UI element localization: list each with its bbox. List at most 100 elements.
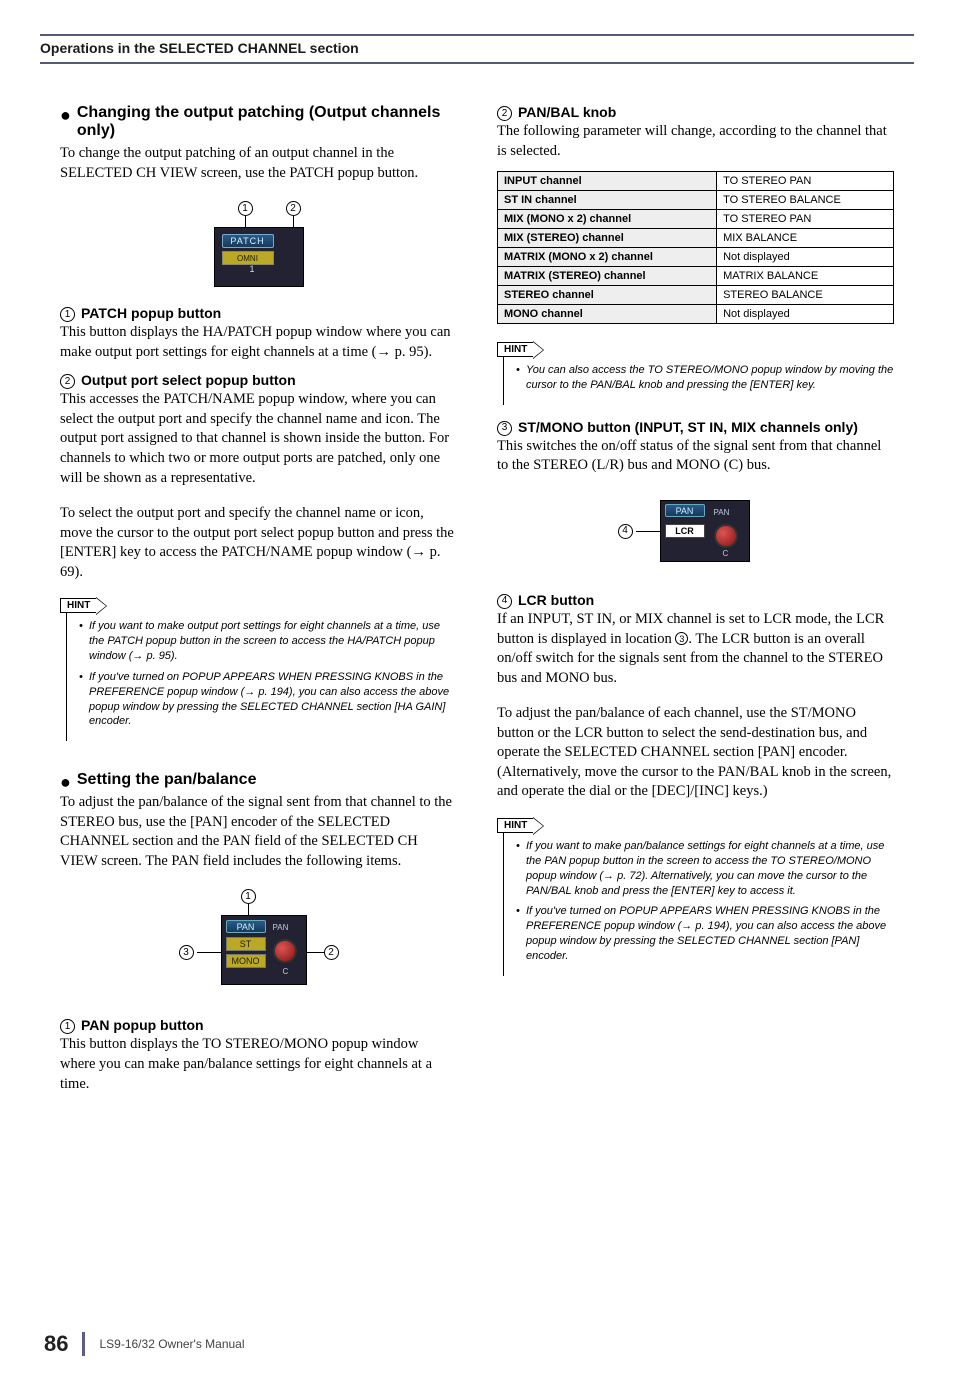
- body-paragraph: This button displays the TO STEREO/MONO …: [60, 1035, 457, 1094]
- hint-body: You can also access the TO STEREO/MONO p…: [503, 357, 894, 405]
- figure-patch: 1 2 PATCH OMNI 1: [60, 201, 457, 287]
- bullet-icon: ●: [60, 106, 71, 124]
- body-paragraph: This accesses the PATCH/NAME popup windo…: [60, 390, 457, 488]
- mono-button[interactable]: MONO: [226, 954, 266, 968]
- table-row: STEREO channelSTEREO BALANCE: [498, 286, 894, 305]
- header-title: Operations in the SELECTED CHANNEL secti…: [40, 40, 914, 56]
- st-button[interactable]: ST: [226, 937, 266, 951]
- circled-1-icon: 1: [60, 1019, 75, 1034]
- table-cell-parameter: Not displayed: [717, 248, 894, 267]
- pan-bal-knob[interactable]: [273, 939, 297, 963]
- callout-2-icon: 2: [286, 201, 301, 216]
- item-heading-output-port-select: 2 Output port select popup button: [60, 372, 457, 388]
- port-number-label: 1: [250, 264, 255, 274]
- pan-label: PAN: [714, 508, 730, 517]
- bullet-icon: ●: [60, 773, 71, 791]
- channel-parameter-table: INPUT channelTO STEREO PANST IN channelT…: [497, 171, 894, 324]
- table-cell-channel: MONO channel: [498, 305, 717, 324]
- table-row: MATRIX (MONO x 2) channelNot displayed: [498, 248, 894, 267]
- body-paragraph: If an INPUT, ST IN, or MIX channel is se…: [497, 610, 894, 688]
- item-heading-lcr: 4 LCR button: [497, 592, 894, 608]
- hint-item: You can also access the TO STEREO/MONO p…: [518, 363, 894, 393]
- right-column: 2 PAN/BAL knob The following parameter w…: [497, 104, 894, 1104]
- body-paragraph: To change the output patching of an outp…: [60, 144, 457, 183]
- table-cell-parameter: TO STEREO BALANCE: [717, 191, 894, 210]
- hint-item: If you want to make output port settings…: [81, 619, 457, 664]
- circled-4-icon: 4: [497, 594, 512, 609]
- lcr-button[interactable]: LCR: [665, 524, 705, 538]
- left-column: ● Changing the output patching (Output c…: [60, 104, 457, 1104]
- hint-tag: HINT: [497, 342, 534, 357]
- callout-4-icon: 4: [618, 524, 633, 539]
- pan-popup-button[interactable]: PAN: [226, 920, 266, 933]
- heading-text: Setting the pan/balance: [77, 771, 257, 789]
- body-paragraph: This switches the on/off status of the s…: [497, 437, 894, 476]
- section-heading-output-patching: ● Changing the output patching (Output c…: [60, 104, 457, 140]
- table-row: ST IN channelTO STEREO BALANCE: [498, 191, 894, 210]
- table-cell-parameter: MATRIX BALANCE: [717, 267, 894, 286]
- body-paragraph: To adjust the pan/balance of each channe…: [497, 704, 894, 802]
- item-title: LCR button: [518, 592, 594, 608]
- table-cell-channel: MIX (MONO x 2) channel: [498, 210, 717, 229]
- table-cell-parameter: TO STEREO PAN: [717, 172, 894, 191]
- c-label: C: [723, 549, 729, 558]
- callout-2-icon: 2: [324, 945, 339, 960]
- item-title: PATCH popup button: [81, 305, 221, 321]
- table-cell-parameter: Not displayed: [717, 305, 894, 324]
- item-title: PAN popup button: [81, 1017, 204, 1033]
- circled-3-icon: 3: [497, 421, 512, 436]
- output-port-select-button[interactable]: OMNI: [222, 251, 274, 265]
- item-heading-pan-bal-knob: 2 PAN/BAL knob: [497, 104, 894, 120]
- pan-popup-button[interactable]: PAN: [665, 504, 705, 517]
- circled-1-icon: 1: [60, 307, 75, 322]
- item-title: ST/MONO button (INPUT, ST IN, MIX channe…: [518, 419, 858, 435]
- circled-3-icon: 3: [675, 632, 688, 645]
- table-cell-channel: STEREO channel: [498, 286, 717, 305]
- item-title: Output port select popup button: [81, 372, 296, 388]
- page-number: 86: [44, 1331, 68, 1357]
- table-cell-parameter: MIX BALANCE: [717, 229, 894, 248]
- callout-1-icon: 1: [241, 889, 256, 904]
- body-paragraph: This button displays the HA/PATCH popup …: [60, 323, 457, 362]
- figure-pan: 1 2 3 PAN PAN ST MONO C: [60, 889, 457, 999]
- table-row: MIX (MONO x 2) channelTO STEREO PAN: [498, 210, 894, 229]
- figure-lcr: 4 PAN PAN LCR C: [497, 494, 894, 574]
- patch-popup-button[interactable]: PATCH: [222, 234, 274, 248]
- table-cell-channel: MATRIX (STEREO) channel: [498, 267, 717, 286]
- table-cell-parameter: TO STEREO PAN: [717, 210, 894, 229]
- callout-1-icon: 1: [238, 201, 253, 216]
- pan-label: PAN: [273, 923, 289, 932]
- hint-tag: HINT: [60, 598, 97, 613]
- hint-item: If you've turned on POPUP APPEARS WHEN P…: [518, 904, 894, 963]
- body-paragraph: To adjust the pan/balance of the signal …: [60, 793, 457, 871]
- table-cell-channel: MATRIX (MONO x 2) channel: [498, 248, 717, 267]
- table-row: INPUT channelTO STEREO PAN: [498, 172, 894, 191]
- page-footer: 86 LS9-16/32 Owner's Manual: [44, 1331, 245, 1357]
- item-heading-patch-popup: 1 PATCH popup button: [60, 305, 457, 321]
- footer-divider-icon: [82, 1332, 85, 1356]
- hint-body: If you want to make output port settings…: [66, 613, 457, 741]
- item-title: PAN/BAL knob: [518, 104, 616, 120]
- table-cell-parameter: STEREO BALANCE: [717, 286, 894, 305]
- page-header: Operations in the SELECTED CHANNEL secti…: [40, 34, 914, 64]
- footer-text: LS9-16/32 Owner's Manual: [99, 1337, 244, 1351]
- table-row: MONO channelNot displayed: [498, 305, 894, 324]
- table-cell-channel: INPUT channel: [498, 172, 717, 191]
- body-paragraph: The following parameter will change, acc…: [497, 122, 894, 161]
- hint-body: If you want to make pan/balance settings…: [503, 833, 894, 976]
- table-cell-channel: MIX (STEREO) channel: [498, 229, 717, 248]
- pan-bal-knob[interactable]: [714, 524, 738, 548]
- heading-text: Changing the output patching (Output cha…: [77, 104, 457, 140]
- table-row: MIX (STEREO) channelMIX BALANCE: [498, 229, 894, 248]
- item-heading-st-mono: 3 ST/MONO button (INPUT, ST IN, MIX chan…: [497, 419, 894, 435]
- circled-2-icon: 2: [497, 106, 512, 121]
- table-cell-channel: ST IN channel: [498, 191, 717, 210]
- callout-3-icon: 3: [179, 945, 194, 960]
- hint-item: If you've turned on POPUP APPEARS WHEN P…: [81, 670, 457, 729]
- table-row: MATRIX (STEREO) channelMATRIX BALANCE: [498, 267, 894, 286]
- c-label: C: [283, 967, 289, 976]
- body-paragraph: To select the output port and specify th…: [60, 504, 457, 582]
- circled-2-icon: 2: [60, 374, 75, 389]
- item-heading-pan-popup: 1 PAN popup button: [60, 1017, 457, 1033]
- hint-tag: HINT: [497, 818, 534, 833]
